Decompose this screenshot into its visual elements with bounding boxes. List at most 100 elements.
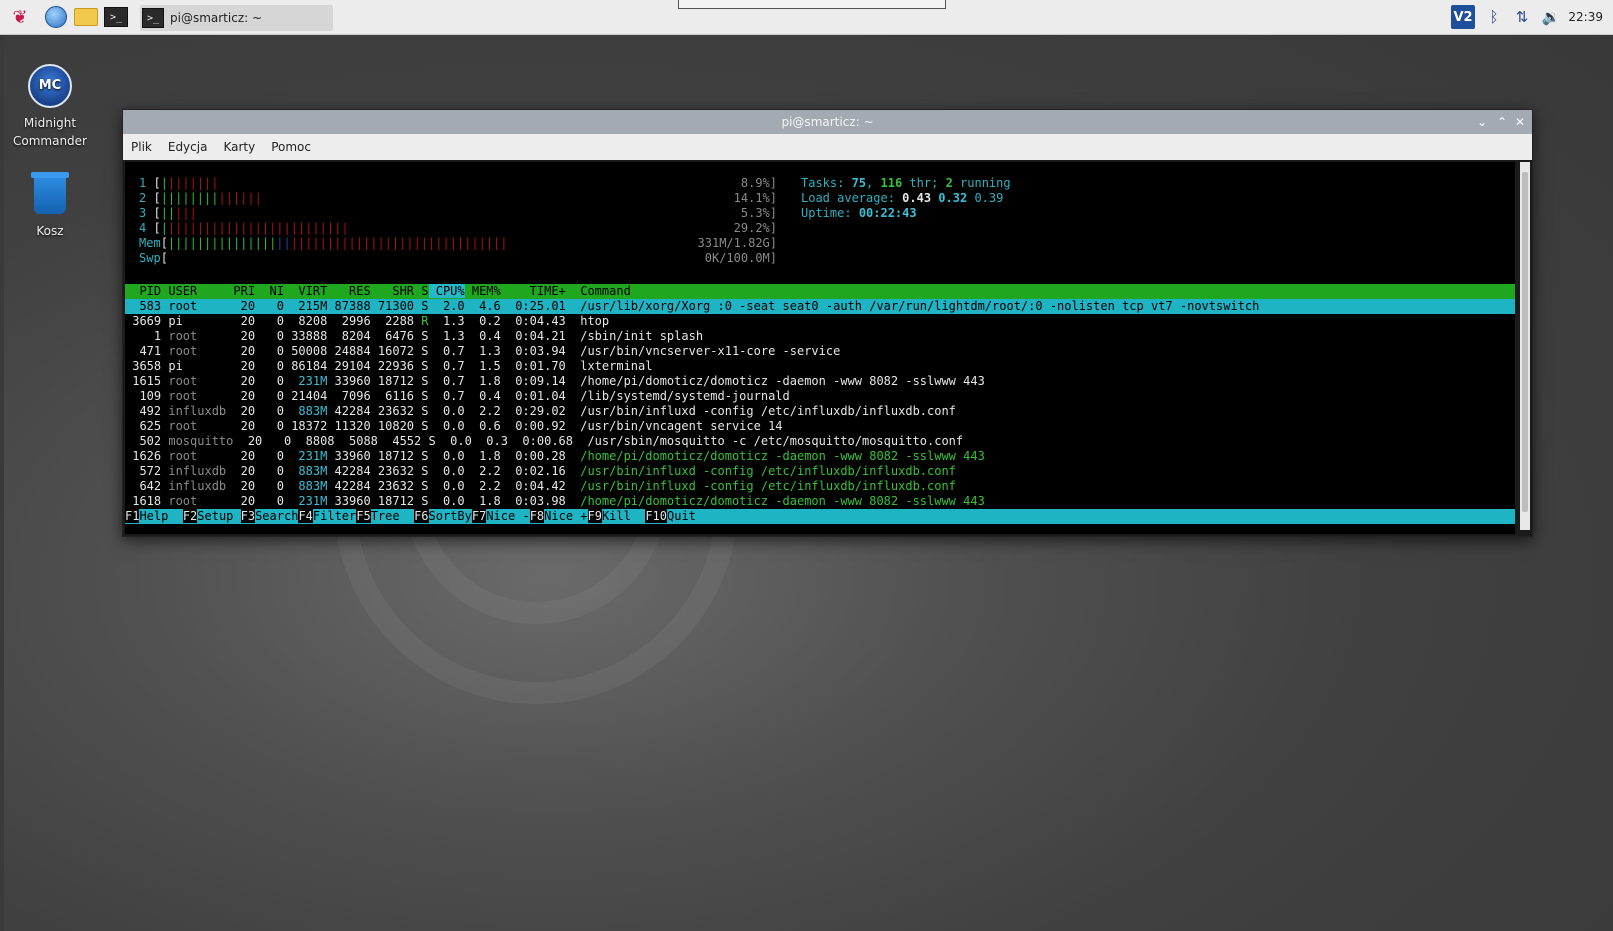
fkey-f8[interactable]: F8 [529, 509, 545, 523]
process-pid: 3658 [125, 359, 162, 373]
maximize-icon[interactable]: ⌃ [1494, 114, 1510, 130]
column-header-shr[interactable]: SHR [371, 284, 414, 298]
process-row[interactable]: 642 influxdb 20 0 883M 42284 23632 S 0.0… [125, 479, 1515, 494]
column-header-pid[interactable]: PID [125, 284, 161, 298]
column-header-s[interactable]: S [414, 284, 428, 298]
fkey-f10[interactable]: F10 [645, 509, 667, 523]
fkey-f4[interactable]: F4 [298, 509, 313, 523]
fkey-label-f2[interactable]: Setup [197, 509, 240, 523]
process-row[interactable]: 572 influxdb 20 0 883M 42284 23632 S 0.0… [125, 464, 1515, 479]
process-row[interactable]: 109 root 20 0 21404 7096 6116 S 0.7 0.4 … [125, 389, 1515, 404]
process-cpu: 0.0 [428, 464, 465, 478]
fkey-f1[interactable]: F1 [125, 509, 140, 523]
process-state: S [421, 434, 436, 448]
process-res: 5088 [334, 434, 378, 448]
fkey-f7[interactable]: F7 [471, 509, 487, 523]
process-virt: 86184 [283, 359, 328, 373]
process-virt: 8808 [291, 434, 335, 448]
process-shr: 23632 [370, 479, 415, 493]
column-header-command[interactable]: Command [566, 284, 631, 298]
bluetooth-icon[interactable]: ᛒ [1484, 5, 1504, 29]
fkey-f9[interactable]: F9 [587, 509, 602, 523]
fkey-label-f5[interactable]: Tree [371, 509, 414, 523]
process-row[interactable]: 583 root 20 0 215M 87388 71300 S 2.0 4.6… [125, 299, 1515, 314]
process-user: root [161, 344, 227, 358]
fkey-label-f7[interactable]: Nice - [486, 509, 529, 523]
menu-edycja[interactable]: Edycja [168, 140, 208, 154]
process-row[interactable]: 1 root 20 0 33888 8204 6476 S 1.3 0.4 0:… [125, 329, 1515, 344]
process-time: 0:03.94 [500, 344, 566, 358]
file-manager-icon[interactable] [74, 6, 98, 28]
fkey-label-f10[interactable]: Quit [667, 509, 696, 523]
fkey-label-f8[interactable]: Nice + [544, 509, 587, 523]
fkey-label-f6[interactable]: SortBy [429, 509, 472, 523]
tasks-line: Tasks: 75, 116 thr; 2 running [801, 176, 1011, 190]
process-state: S [414, 479, 429, 493]
process-state: S [414, 419, 429, 433]
raspberry-menu-icon[interactable]: ❦ [8, 6, 32, 28]
process-cpu: 0.0 [428, 419, 465, 433]
process-row[interactable]: 502 mosquitto 20 0 8808 5088 4552 S 0.0 … [125, 434, 1515, 449]
process-state: S [414, 329, 429, 343]
menu-plik[interactable]: Plik [131, 140, 152, 154]
fkey-label-f3[interactable]: Search [255, 509, 298, 523]
fkey-label-f1[interactable]: Help [139, 509, 182, 523]
terminal-icon: >_ [142, 8, 164, 28]
column-header-mem[interactable]: MEM% [465, 284, 501, 298]
volume-icon[interactable]: 🔉 [1540, 5, 1562, 29]
scrollbar-thumb[interactable] [1522, 172, 1528, 512]
fkey-f2[interactable]: F2 [182, 509, 198, 523]
vnc-icon[interactable]: V2 [1451, 5, 1475, 29]
clock[interactable]: 22:39 [1568, 10, 1603, 24]
column-header-pri[interactable]: PRI [226, 284, 255, 298]
process-pri: 20 [226, 479, 256, 493]
terminal-scrollbar[interactable] [1520, 162, 1530, 530]
desktop-icon-midnight-commander[interactable]: MC Midnight Commander [5, 64, 95, 150]
process-virt: 231M [283, 449, 328, 463]
terminal-area[interactable]: 1 [|||||||| 8.9%] 2 [|||||||||||||| 14.1%] 3… [125, 162, 1515, 534]
process-time: 0:29.02 [500, 404, 566, 418]
fkey-f5[interactable]: F5 [356, 509, 371, 523]
meter-value: 0K/100.0M] [704, 251, 777, 265]
process-pid: 572 [125, 464, 162, 478]
column-header-user[interactable]: USER [161, 284, 226, 298]
process-row[interactable]: 3658 pi 20 0 86184 29104 22936 S 0.7 1.5… [125, 359, 1515, 374]
cpu-meter-2: 2 [|||||||||||||| [139, 191, 262, 205]
desktop-icon-trash[interactable]: Kosz [5, 172, 95, 240]
terminal-icon[interactable]: >_ [104, 6, 128, 28]
process-row[interactable]: 471 root 20 0 50008 24884 16072 S 0.7 1.… [125, 344, 1515, 359]
process-row[interactable]: 3669 pi 20 0 8208 2996 2288 R 1.3 0.2 0:… [125, 314, 1515, 329]
menu-pomoc[interactable]: Pomoc [271, 140, 311, 154]
network-icon[interactable]: ⇅ [1512, 5, 1532, 29]
column-header-time[interactable]: TIME+ [501, 284, 566, 298]
column-header-ni[interactable]: NI [255, 284, 284, 298]
process-pri: 20 [226, 404, 256, 418]
column-header-cpu[interactable]: CPU% [428, 284, 465, 298]
fkey-f6[interactable]: F6 [414, 509, 429, 523]
fkey-f3[interactable]: F3 [240, 509, 256, 523]
process-row[interactable]: 1618 root 20 0 231M 33960 18712 S 0.0 1.… [125, 494, 1515, 509]
minimize-icon[interactable]: ⌄ [1474, 114, 1490, 130]
column-header-virt[interactable]: VIRT [284, 284, 327, 298]
process-table-header[interactable]: PID USER PRI NI VIRT RES SHR S CPU% MEM%… [125, 284, 1515, 299]
browser-icon[interactable] [44, 6, 68, 28]
process-row[interactable]: 492 influxdb 20 0 883M 42284 23632 S 0.0… [125, 404, 1515, 419]
column-header-res[interactable]: RES [327, 284, 371, 298]
menu-karty[interactable]: Karty [223, 140, 255, 154]
uptime-line: Uptime: 00:22:43 [801, 206, 917, 220]
process-ni: 0 [255, 494, 284, 508]
taskbar-notification-box [678, 0, 946, 9]
fkey-label-f9[interactable]: Kill [602, 509, 645, 523]
process-mem: 1.8 [464, 494, 501, 508]
window-titlebar[interactable]: pi@smarticz: ~ ⌄ ⌃ ✕ [123, 110, 1532, 134]
process-row[interactable]: 1615 root 20 0 231M 33960 18712 S 0.7 1.… [125, 374, 1515, 389]
taskbar-window-button[interactable]: >_ pi@smarticz: ~ [140, 5, 333, 31]
close-icon[interactable]: ✕ [1512, 114, 1528, 130]
fkey-label-f4[interactable]: Filter [313, 509, 356, 523]
process-row[interactable]: 1626 root 20 0 231M 33960 18712 S 0.0 1.… [125, 449, 1515, 464]
process-cpu: 2.0 [428, 299, 465, 313]
process-mem: 1.3 [464, 344, 501, 358]
process-virt: 883M [283, 464, 328, 478]
process-row[interactable]: 625 root 20 0 18372 11320 10820 S 0.0 0.… [125, 419, 1515, 434]
process-time: 0:02.16 [500, 464, 566, 478]
